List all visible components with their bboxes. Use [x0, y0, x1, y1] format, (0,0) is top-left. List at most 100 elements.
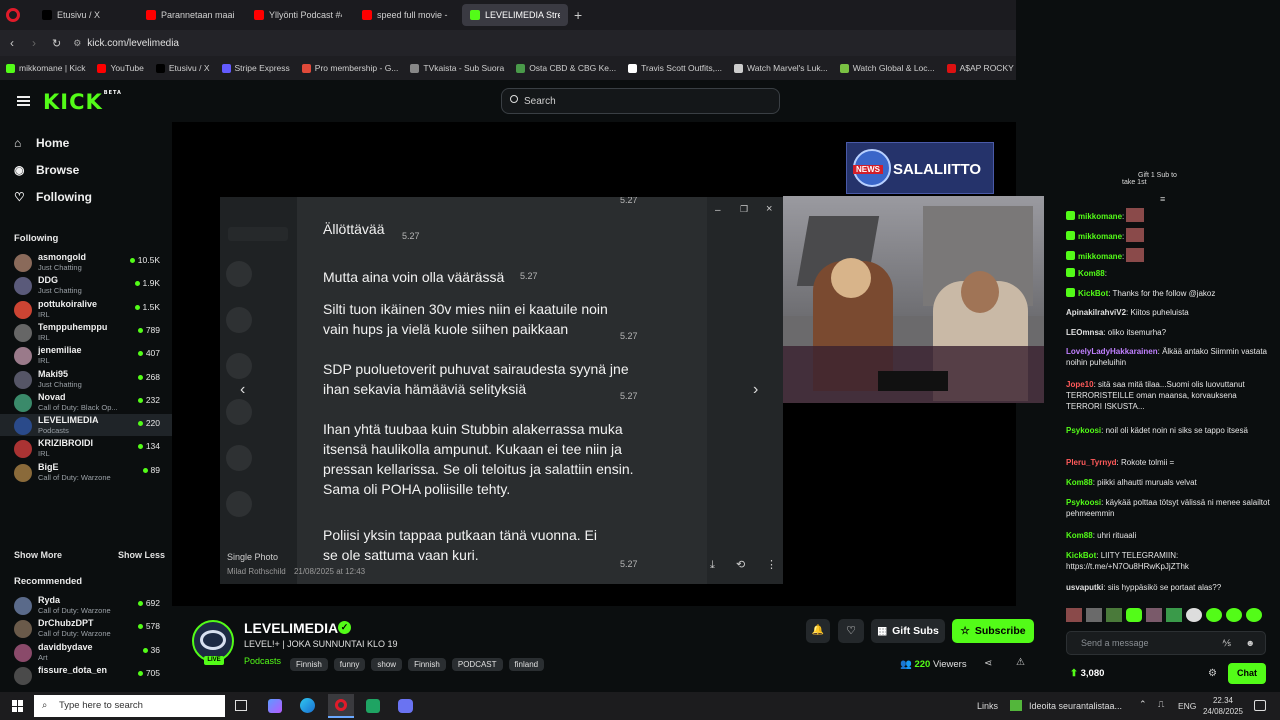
- followed-channel[interactable]: jenemiliae IRL 407: [0, 344, 172, 366]
- bookmark-item[interactable]: Etusivu / X: [150, 63, 216, 73]
- chat-settings-icon[interactable]: ⚙: [1208, 668, 1217, 679]
- bookmark-item[interactable]: mikkomane | Kick: [0, 63, 91, 73]
- stream-tag[interactable]: finland: [508, 658, 545, 671]
- stream-tag[interactable]: funny: [333, 658, 366, 671]
- taskbar-app-green-icon[interactable]: [366, 699, 380, 713]
- bookmark-item[interactable]: Osta CBD & CBG Ke...: [510, 63, 622, 73]
- chat-username[interactable]: usvaputki: [1066, 583, 1103, 592]
- more-icon[interactable]: ⋮: [766, 558, 777, 571]
- chat-username[interactable]: Kom88: [1066, 531, 1093, 540]
- next-photo-icon[interactable]: ›: [753, 381, 758, 399]
- network-icon[interactable]: ⎍: [1158, 699, 1164, 710]
- discord-icon[interactable]: [398, 699, 413, 713]
- chat-input[interactable]: Send a message ⅍ ☻: [1066, 631, 1266, 655]
- chat-message[interactable]: LEOmnsa: oliko itsemurha?: [1066, 327, 1272, 338]
- nav-home[interactable]: ⌂ Home: [14, 136, 69, 150]
- chat-username[interactable]: LovelyLadyHakkarainen: [1066, 347, 1158, 356]
- report-icon[interactable]: ⚠: [1016, 657, 1025, 668]
- reload-icon[interactable]: ↻: [52, 37, 61, 50]
- followed-channel[interactable]: Maki95 Just Chatting 268: [0, 368, 172, 390]
- chat-username[interactable]: Jope10: [1066, 380, 1094, 389]
- download-icon[interactable]: ⤓: [710, 559, 715, 572]
- opera-logo-icon[interactable]: [6, 8, 20, 22]
- nav-browse[interactable]: ◉ Browse: [14, 163, 79, 177]
- chat-username[interactable]: KickBot: [1078, 289, 1108, 298]
- tray-chevron-icon[interactable]: ⌃: [1139, 699, 1147, 710]
- pinned-gift-banner[interactable]: Gift 1 Sub to take 1st: [1122, 172, 1192, 186]
- chat-message[interactable]: Kom88: piikki alhautti muruals velvat: [1066, 477, 1272, 488]
- chat-message[interactable]: Jope10: sitä saa mitä tilaa...Suomi olis…: [1066, 379, 1272, 412]
- recommended-channel[interactable]: DrChubzDPT Call of Duty: Warzone 578: [0, 617, 172, 639]
- prev-photo-icon[interactable]: ‹: [240, 381, 245, 399]
- chat-username[interactable]: Kom88: [1066, 478, 1093, 487]
- browser-tab[interactable]: Yllyönti Podcast #493 – ka: [246, 4, 350, 26]
- chat-message[interactable]: LovelyLadyHakkarainen: Älkää antako Siim…: [1066, 346, 1272, 368]
- show-more-button[interactable]: Show More: [14, 550, 62, 560]
- bookmark-item[interactable]: TVkaista - Sub Suora: [404, 63, 510, 73]
- chat-message[interactable]: Pleru_Tyrnyd: Rokote tolmii =: [1066, 457, 1272, 468]
- back-icon[interactable]: ‹: [10, 36, 14, 50]
- emote-icon[interactable]: [1086, 608, 1102, 622]
- stream-category[interactable]: Podcasts: [244, 656, 281, 666]
- translate-icon[interactable]: ⅍: [1223, 632, 1232, 654]
- followed-channel[interactable]: KRIZIBROIDI IRL 134: [0, 437, 172, 459]
- stream-tag[interactable]: Finnish: [290, 658, 328, 671]
- subscribe-button[interactable]: ☆ Subscribe: [952, 619, 1034, 643]
- new-tab-icon[interactable]: +: [574, 7, 582, 23]
- bookmark-item[interactable]: Watch Marvel's Luk...: [728, 63, 834, 73]
- chat-message[interactable]: Kom88:: [1066, 268, 1272, 279]
- links-label[interactable]: Links: [977, 701, 998, 711]
- followed-channel[interactable]: asmongold Just Chatting 10.5K: [0, 251, 172, 273]
- bookmark-item[interactable]: A$AP ROCKY x PU...: [941, 63, 1016, 73]
- share-icon[interactable]: ⋖: [984, 658, 992, 669]
- emote-icon[interactable]: [1246, 608, 1262, 622]
- action-center-icon[interactable]: [1254, 700, 1266, 711]
- chat-username[interactable]: LEOmnsa: [1066, 328, 1103, 337]
- minimize-icon[interactable]: –: [715, 205, 721, 216]
- chat-message[interactable]: Psykoosi: käykää polttaa tötsyt välissä …: [1066, 497, 1272, 519]
- maximize-icon[interactable]: ❐: [740, 204, 748, 215]
- chat-username[interactable]: Psykoosi: [1066, 426, 1101, 435]
- emote-icon[interactable]: [1066, 608, 1082, 622]
- channel-name[interactable]: LEVELIMEDIA: [244, 620, 338, 636]
- chat-username[interactable]: mikkomane: [1078, 212, 1122, 221]
- emote-icon[interactable]: [1226, 608, 1242, 622]
- opera-taskbar-icon[interactable]: [328, 694, 354, 718]
- browser-tab[interactable]: LEVELIMEDIA Stream: [462, 4, 568, 26]
- url-field[interactable]: kick.com/levelimedia: [87, 38, 179, 49]
- notification-bell-button[interactable]: 🔔: [806, 619, 830, 643]
- chat-message[interactable]: ApinakilrahviV2: Kiitos puheluista: [1066, 307, 1272, 318]
- rotate-icon[interactable]: ⟲: [736, 558, 745, 571]
- stream-tag[interactable]: Finnish: [408, 658, 446, 671]
- emote-icon[interactable]: [1106, 608, 1122, 622]
- menu-icon[interactable]: [17, 96, 30, 106]
- followed-channel[interactable]: Temppuhemppu IRL 789: [0, 321, 172, 343]
- bookmark-item[interactable]: Travis Scott Outfits,...: [622, 63, 728, 73]
- chat-username[interactable]: Pleru_Tyrnyd: [1066, 458, 1117, 467]
- bookmark-item[interactable]: Stripe Express: [216, 63, 296, 73]
- chat-username[interactable]: KickBot: [1066, 551, 1096, 560]
- emote-icon[interactable]: [1186, 608, 1202, 622]
- show-less-button[interactable]: Show Less: [118, 550, 165, 560]
- channel-points[interactable]: ⬆ 3,080: [1070, 668, 1104, 679]
- chat-username[interactable]: ApinakilrahviV2: [1066, 308, 1126, 317]
- chat-message[interactable]: Kom88: uhri rituaali: [1066, 530, 1272, 541]
- edge-icon[interactable]: [300, 698, 315, 713]
- search-input[interactable]: Search: [501, 88, 780, 114]
- chat-message[interactable]: mikkomane:: [1066, 248, 1272, 262]
- channel-avatar[interactable]: LIVE: [192, 620, 234, 665]
- chat-username[interactable]: mikkomane: [1078, 232, 1122, 241]
- close-icon[interactable]: ×: [766, 203, 772, 215]
- followed-channel[interactable]: LEVELIMEDIA Podcasts 220: [0, 414, 172, 437]
- followed-channel[interactable]: BigE Call of Duty: Warzone 89: [0, 461, 172, 483]
- bookmark-item[interactable]: Pro membership - G...: [296, 63, 405, 73]
- forward-icon[interactable]: ›: [32, 36, 36, 50]
- bookmark-item[interactable]: Watch Global & Loc...: [834, 63, 941, 73]
- chat-username[interactable]: Psykoosi: [1066, 498, 1101, 507]
- browser-tab[interactable]: speed full movie - YouTube: [354, 4, 458, 26]
- chat-message[interactable]: KickBot: LIITY TELEGRAMIIN: https://t.me…: [1066, 550, 1272, 572]
- emote-icon[interactable]: [1126, 608, 1142, 622]
- follow-button[interactable]: ♡: [838, 619, 864, 643]
- gift-subs-button[interactable]: ▦ Gift Subs: [871, 619, 945, 643]
- kick-logo[interactable]: KICKBETA: [43, 90, 122, 114]
